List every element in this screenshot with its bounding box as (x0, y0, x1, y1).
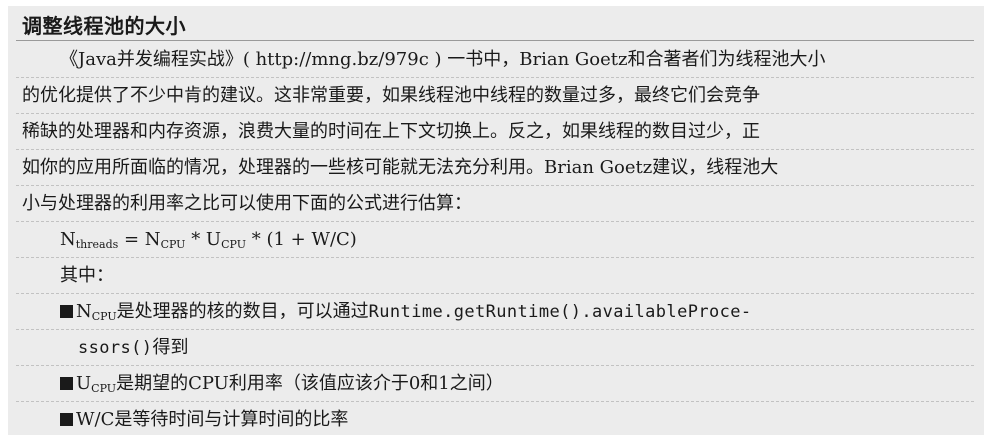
formula: Nthreads = NCPU * UCPU * (1 + W/C) (60, 229, 357, 251)
checkbox-icon (60, 413, 73, 426)
checkbox-icon (60, 305, 73, 318)
code-snippet: Runtime.getRuntime().availableProce- (368, 302, 752, 322)
sidebar-box: 调整线程池的大小 《Java并发编程实战》( http://mng.bz/979… (8, 6, 984, 435)
paragraph-line: 《Java并发编程实战》( http://mng.bz/979c ) 一书中，B… (60, 49, 826, 70)
checkbox-icon (60, 377, 73, 390)
body-paragraph: 《Java并发编程实战》( http://mng.bz/979c ) 一书中，B… (22, 42, 972, 222)
list-item-ncpu-cont: ssors()得到 (78, 337, 189, 358)
where-label: 其中： (60, 265, 114, 286)
sidebar-title: 调整线程池的大小 (22, 14, 186, 38)
paragraph-line: 如你的应用所面临的情况，处理器的一些核可能就无法充分利用。Brian Goetz… (22, 157, 779, 178)
paragraph-line: 的优化提供了不少中肯的建议。这非常重要，如果线程池中线程的数量过多，最终它们会竞… (22, 85, 760, 106)
code-snippet: ssors() (78, 338, 153, 358)
paragraph-line: 小与处理器的利用率之比可以使用下面的公式进行估算： (22, 193, 472, 214)
list-item-wc: W/C是等待时间与计算时间的比率 (60, 402, 348, 438)
list-item-ucpu: UCPU是期望的CPU利用率（该值应该介于0和1之间） (60, 366, 504, 407)
paragraph-line: 稀缺的处理器和内存资源，浪费大量的时间在上下文切换上。反之，如果线程的数目过少，… (22, 121, 760, 142)
title-divider (16, 40, 974, 41)
list-item-ncpu: NCPU是处理器的核的数目，可以通过Runtime.getRuntime().a… (60, 294, 752, 335)
